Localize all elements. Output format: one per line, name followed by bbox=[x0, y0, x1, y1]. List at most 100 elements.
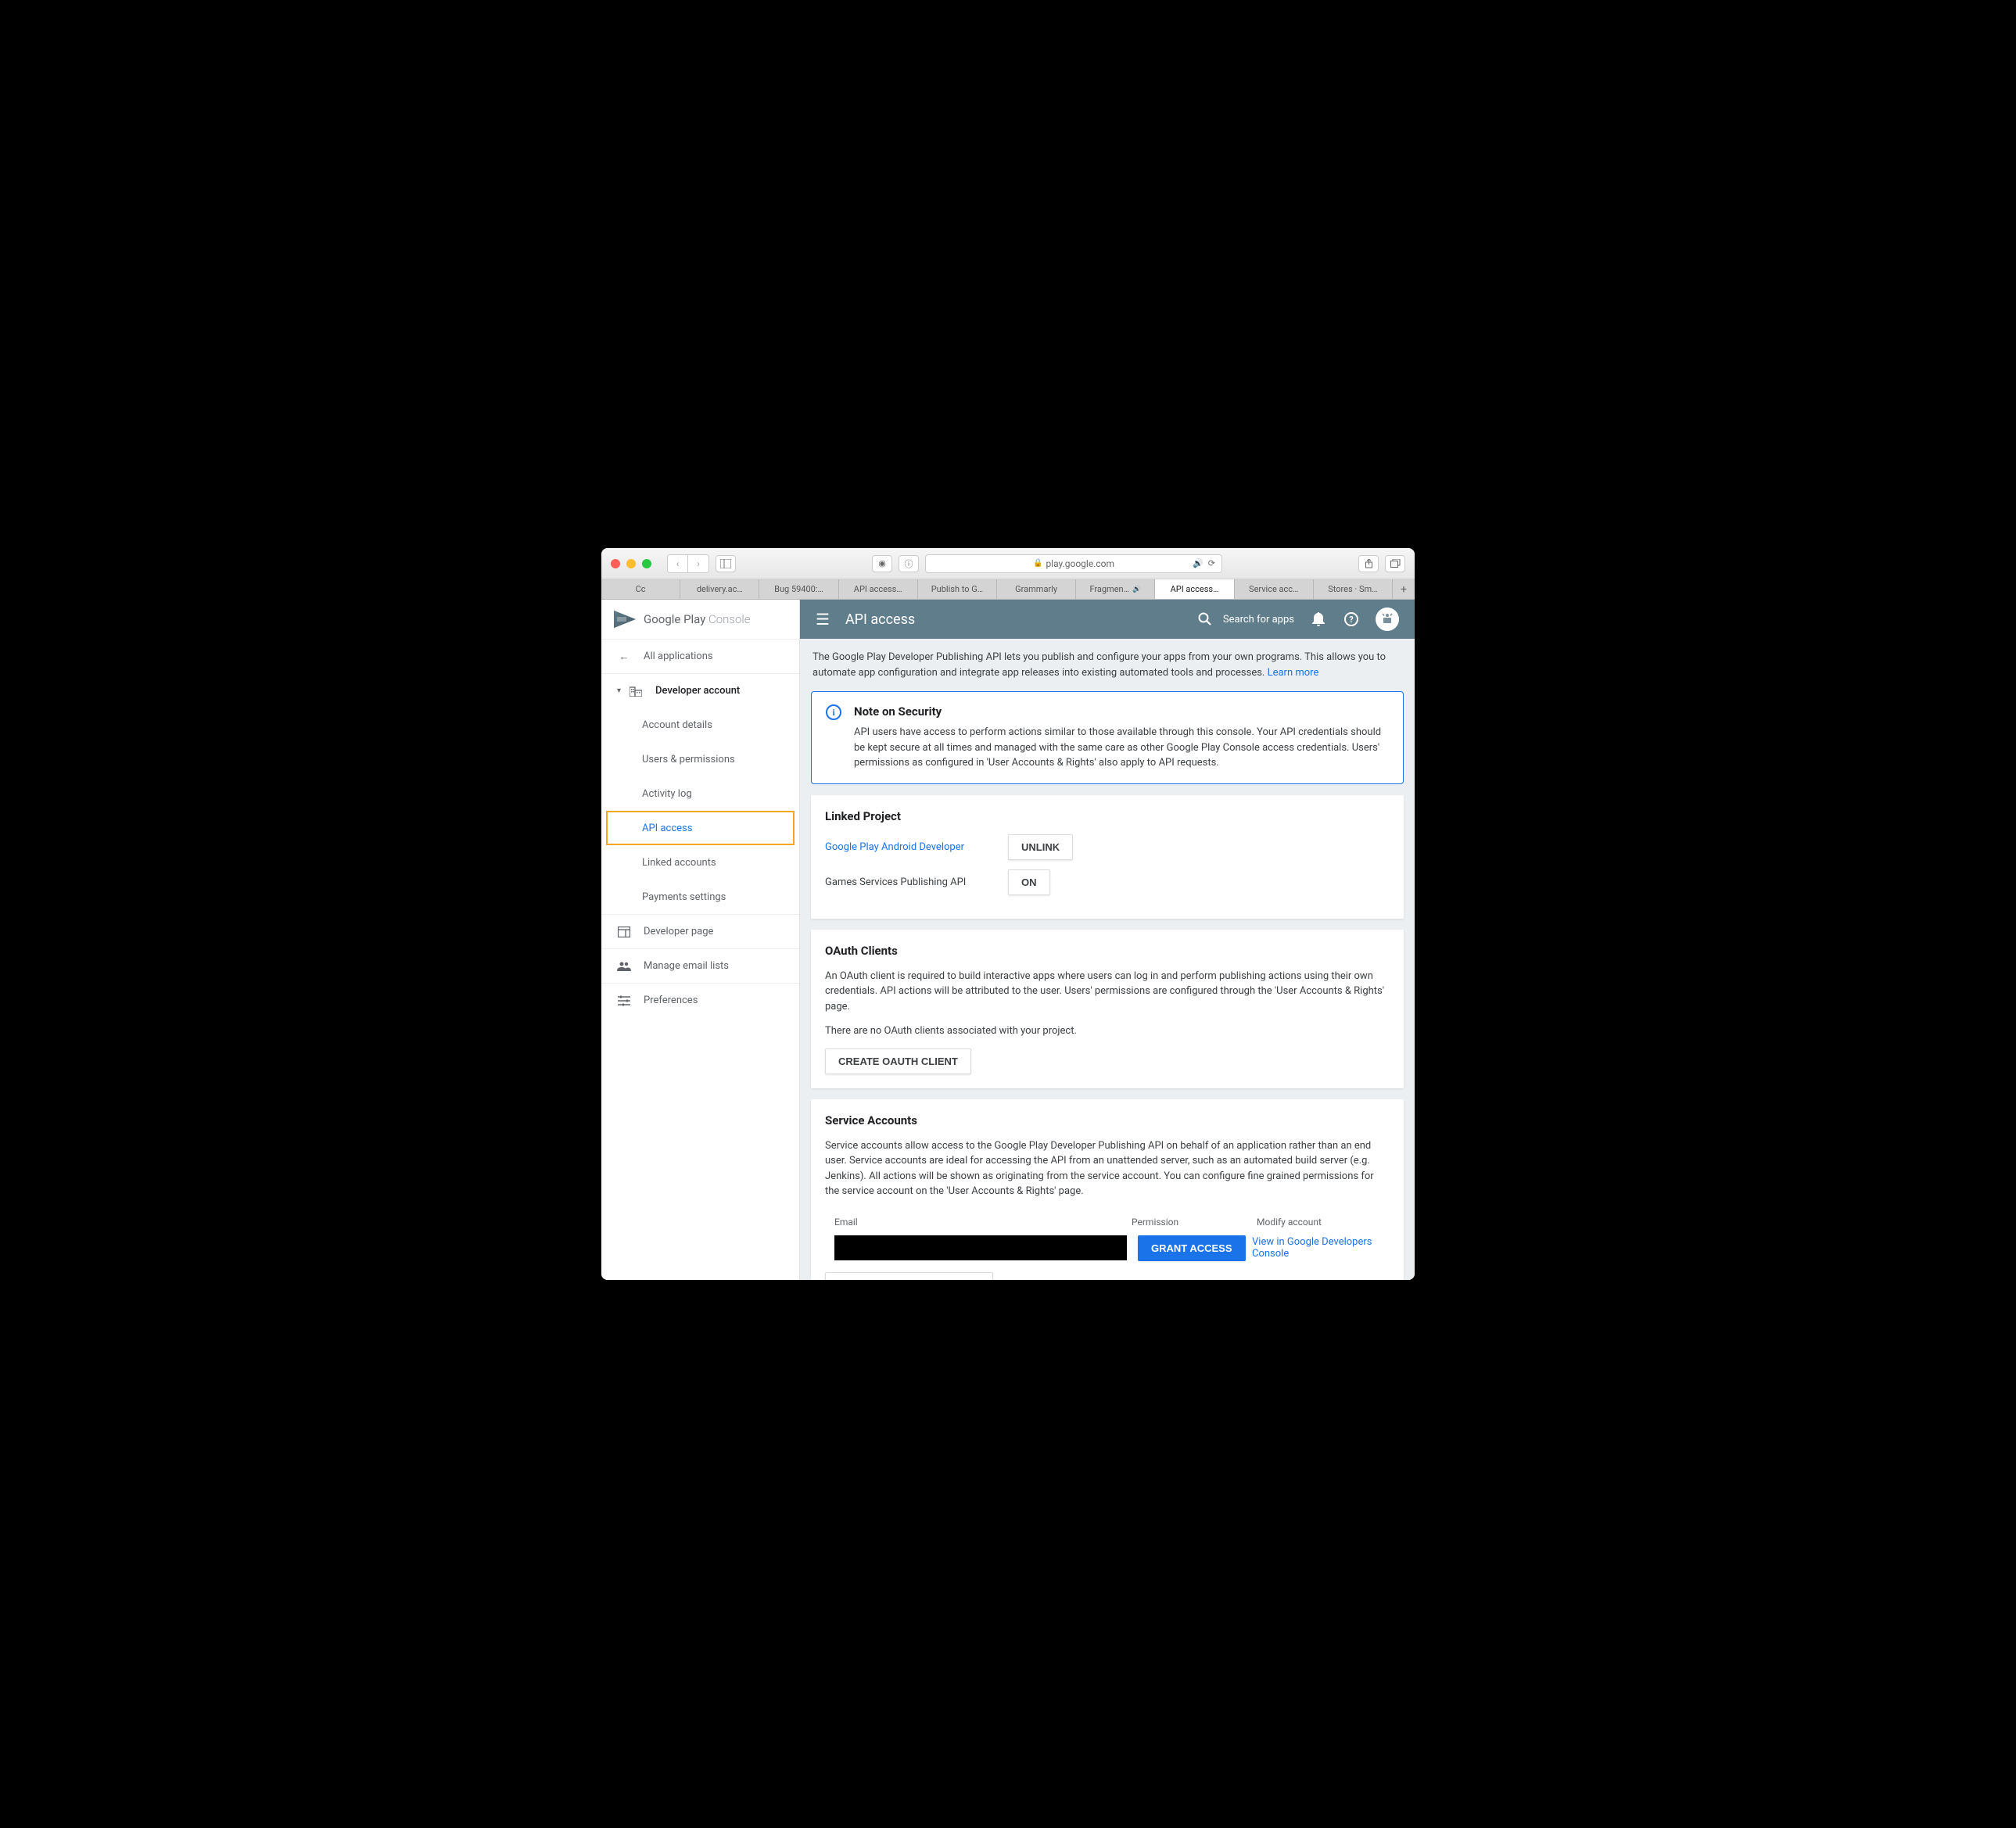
refresh-icon[interactable]: ⟳ bbox=[1208, 558, 1215, 568]
privacy-report-button[interactable]: ◉ bbox=[872, 555, 892, 572]
browser-tab[interactable]: Fragmen…🔊 bbox=[1076, 579, 1155, 599]
sound-icon[interactable]: 🔊 bbox=[1193, 558, 1204, 568]
nav-activity-log[interactable]: Activity log bbox=[601, 776, 799, 811]
menu-icon[interactable]: ☰ bbox=[816, 610, 830, 629]
nav-label: Manage email lists bbox=[644, 960, 729, 972]
forward-button[interactable]: › bbox=[688, 555, 708, 572]
title-actions bbox=[1358, 555, 1405, 572]
traffic-lights bbox=[611, 559, 651, 568]
tune-icon bbox=[617, 994, 631, 1008]
games-api-row: Games Services Publishing API ON bbox=[825, 869, 1390, 895]
share-button[interactable] bbox=[1358, 555, 1379, 572]
nav-developer-page[interactable]: Developer page bbox=[601, 914, 799, 948]
nav-linked-accounts[interactable]: Linked accounts bbox=[601, 845, 799, 880]
service-accounts-desc: Service accounts allow access to the Goo… bbox=[825, 1138, 1390, 1199]
title-bar: ‹ › ◉ ⓘ 🔒 play.google.com 🔊 ⟳ bbox=[601, 548, 1415, 579]
nav-developer-account[interactable]: Developer account bbox=[601, 673, 799, 708]
web-icon bbox=[617, 925, 631, 939]
tab-strip: Cc delivery.ac… Bug 59400:… API access… … bbox=[601, 579, 1415, 600]
create-service-account-button[interactable]: CREATE SERVICE ACCOUNT bbox=[825, 1272, 993, 1281]
maximize-window-button[interactable] bbox=[642, 559, 651, 568]
people-icon bbox=[617, 959, 631, 973]
url-text: play.google.com bbox=[1046, 558, 1114, 569]
tabs-button[interactable] bbox=[1385, 555, 1405, 572]
browser-tab[interactable]: delivery.ac… bbox=[680, 579, 759, 599]
nav-preferences[interactable]: Preferences bbox=[601, 983, 799, 1017]
content: The Google Play Developer Publishing API… bbox=[800, 639, 1415, 1280]
grant-access-button[interactable]: GRANT ACCESS bbox=[1138, 1235, 1246, 1261]
table-header: Email Permission Modify account bbox=[825, 1209, 1390, 1235]
service-accounts-card: Service Accounts Service accounts allow … bbox=[811, 1099, 1404, 1281]
col-permission-header: Permission bbox=[1132, 1217, 1257, 1228]
main-area: ☰ API access Search for apps ? bbox=[800, 600, 1415, 1280]
back-button[interactable]: ‹ bbox=[668, 555, 688, 572]
nav-label: Developer account bbox=[655, 685, 740, 697]
app-container: Google Play Console ← All applications D… bbox=[601, 600, 1415, 1280]
url-field[interactable]: 🔒 play.google.com 🔊 ⟳ bbox=[925, 554, 1222, 573]
close-window-button[interactable] bbox=[611, 559, 620, 568]
new-tab-button[interactable]: + bbox=[1393, 579, 1415, 599]
oauth-empty: There are no OAuth clients associated wi… bbox=[825, 1023, 1390, 1039]
browser-tab[interactable]: Publish to G… bbox=[918, 579, 997, 599]
browser-tab[interactable]: Stores · Sm… bbox=[1314, 579, 1393, 599]
app-header: ☰ API access Search for apps ? bbox=[800, 600, 1415, 639]
table-row: GRANT ACCESS View in Google Developers C… bbox=[825, 1235, 1390, 1272]
help-icon[interactable]: ? bbox=[1343, 611, 1360, 628]
learn-more-link[interactable]: Learn more bbox=[1268, 667, 1319, 679]
sidebar: Google Play Console ← All applications D… bbox=[601, 600, 800, 1280]
browser-tab[interactable]: Bug 59400:… bbox=[759, 579, 838, 599]
nav-manage-email-lists[interactable]: Manage email lists bbox=[601, 948, 799, 983]
svg-text:?: ? bbox=[1349, 615, 1354, 625]
browser-tab[interactable]: Cc bbox=[601, 579, 680, 599]
info-icon: i bbox=[826, 704, 841, 720]
nav-label: Developer page bbox=[644, 926, 713, 937]
url-bar: ◉ ⓘ 🔒 play.google.com 🔊 ⟳ bbox=[745, 554, 1349, 573]
minimize-window-button[interactable] bbox=[626, 559, 636, 568]
service-account-email-redacted bbox=[834, 1235, 1127, 1260]
browser-window: ‹ › ◉ ⓘ 🔒 play.google.com 🔊 ⟳ bbox=[601, 548, 1415, 1280]
sidebar-toggle-button[interactable] bbox=[716, 555, 736, 572]
create-oauth-client-button[interactable]: CREATE OAUTH CLIENT bbox=[825, 1048, 971, 1074]
site-info-button[interactable]: ⓘ bbox=[899, 555, 919, 572]
intro-text: The Google Play Developer Publishing API… bbox=[811, 650, 1404, 680]
nav-label: API access bbox=[642, 823, 692, 834]
view-in-console-link[interactable]: View in Google Developers Console bbox=[1252, 1236, 1372, 1260]
browser-tab[interactable]: Grammarly bbox=[997, 579, 1076, 599]
nav-label: Preferences bbox=[644, 995, 698, 1006]
lock-icon: 🔒 bbox=[1033, 559, 1042, 568]
games-api-toggle[interactable]: ON bbox=[1008, 869, 1050, 895]
nav-users-permissions[interactable]: Users & permissions bbox=[601, 742, 799, 776]
nav-label: Account details bbox=[642, 719, 712, 731]
linked-project-title: Linked Project bbox=[825, 809, 1390, 823]
page-title: API access bbox=[845, 611, 1181, 628]
col-modify-header: Modify account bbox=[1257, 1217, 1380, 1228]
nav-payments-settings[interactable]: Payments settings bbox=[601, 880, 799, 914]
nav-label: Activity log bbox=[642, 788, 692, 800]
service-accounts-title: Service Accounts bbox=[825, 1113, 1390, 1127]
search-area[interactable]: Search for apps bbox=[1196, 611, 1294, 628]
linked-project-name[interactable]: Google Play Android Developer bbox=[825, 841, 1008, 853]
col-email-header: Email bbox=[834, 1217, 1132, 1228]
browser-tab[interactable]: API access… bbox=[839, 579, 918, 599]
linked-project-row: Google Play Android Developer UNLINK bbox=[825, 834, 1390, 860]
games-api-label: Games Services Publishing API bbox=[825, 876, 1008, 888]
nav-all-applications[interactable]: ← All applications bbox=[601, 639, 799, 673]
browser-tab[interactable]: Service acc… bbox=[1235, 579, 1314, 599]
nav-account-details[interactable]: Account details bbox=[601, 708, 799, 742]
back-arrow-icon: ← bbox=[617, 650, 631, 664]
nav-api-access[interactable]: API access bbox=[606, 811, 795, 845]
avatar[interactable] bbox=[1376, 608, 1399, 631]
notifications-icon[interactable] bbox=[1310, 611, 1327, 628]
domain-icon bbox=[629, 684, 643, 698]
oauth-clients-card: OAuth Clients An OAuth client is require… bbox=[811, 930, 1404, 1088]
unlink-button[interactable]: UNLINK bbox=[1008, 834, 1073, 860]
search-icon[interactable] bbox=[1196, 611, 1214, 628]
play-console-logo-icon bbox=[614, 608, 636, 630]
permission-cell: GRANT ACCESS bbox=[1127, 1235, 1252, 1261]
security-note-title: Note on Security bbox=[854, 704, 1389, 719]
browser-tab-active[interactable]: API access… bbox=[1155, 579, 1234, 599]
play-console-brand: Google Play Console bbox=[644, 612, 751, 626]
linked-project-card: Linked Project Google Play Android Devel… bbox=[811, 795, 1404, 919]
sidebar-header: Google Play Console bbox=[601, 600, 799, 639]
oauth-title: OAuth Clients bbox=[825, 944, 1390, 958]
